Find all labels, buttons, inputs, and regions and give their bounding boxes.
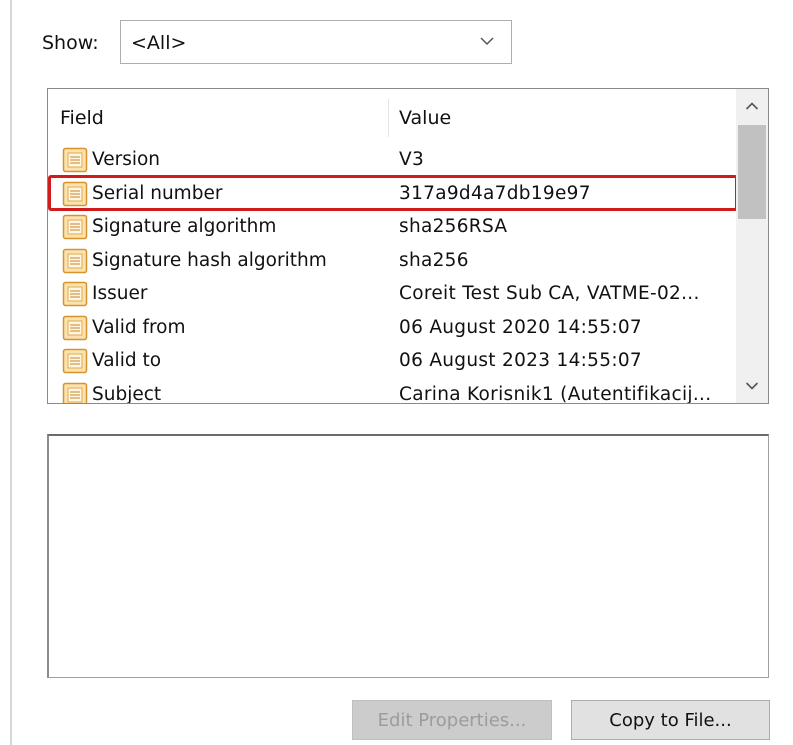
list-item-signature-algorithm[interactable]: Signature algorithm sha256RSA (48, 210, 738, 244)
field-value: sha256 (399, 249, 469, 271)
field-value: V3 (399, 149, 425, 170)
list-item-signature-hash-algorithm[interactable]: Signature hash algorithm sha256 (48, 244, 738, 278)
field-value: 06 August 2020 14:55:07 (399, 316, 642, 338)
list-item-subject[interactable]: Subject Carina Korisnik1 (Autentifikacij… (48, 378, 738, 404)
field-name: Subject (92, 383, 162, 404)
field-name: Serial number (92, 182, 223, 204)
column-divider[interactable] (388, 99, 389, 137)
scroll-up-button[interactable] (736, 89, 768, 123)
certificate-details-panel: Show: <All> Field Value Version V3 Seria… (0, 0, 793, 745)
panel-left-border (10, 0, 12, 745)
list-item-version[interactable]: Version V3 (48, 143, 738, 177)
list-item-issuer[interactable]: Issuer Coreit Test Sub CA, VATME-02... (48, 277, 738, 311)
certificate-field-icon (62, 181, 88, 206)
certificate-field-icon (62, 248, 88, 273)
certificate-field-icon (62, 348, 88, 374)
show-select-value: <All> (131, 32, 187, 54)
list-body: Version V3 Serial number 317a9d4a7db19e9… (48, 143, 738, 403)
column-header-value[interactable]: Value (399, 106, 451, 130)
field-name: Version (92, 149, 161, 170)
edit-properties-button[interactable]: Edit Properties... (352, 700, 552, 740)
list-header: Field Value (48, 89, 738, 141)
certificate-field-icon (62, 281, 88, 307)
vertical-scrollbar[interactable] (736, 89, 768, 403)
field-name: Issuer (92, 283, 148, 304)
scroll-thumb[interactable] (738, 125, 766, 219)
certificate-field-icon (62, 315, 88, 340)
field-name: Valid to (92, 350, 162, 371)
certificate-field-icon (62, 147, 88, 173)
list-item-serial-number[interactable]: Serial number 317a9d4a7db19e97 (48, 177, 738, 211)
chevron-up-icon (745, 102, 759, 110)
field-detail-textbox[interactable] (47, 434, 769, 678)
list-item-valid-to[interactable]: Valid to 06 August 2023 14:55:07 (48, 344, 738, 378)
copy-to-file-button[interactable]: Copy to File... (571, 700, 770, 740)
certificate-field-icon (62, 214, 88, 240)
field-name: Signature hash algorithm (92, 249, 327, 271)
show-label: Show: (42, 32, 99, 54)
fields-list-view[interactable]: Field Value Version V3 Serial number 317… (47, 88, 769, 404)
chevron-down-icon (480, 37, 494, 46)
field-value: Carina Korisnik1 (Autentifikacij... (399, 383, 712, 404)
field-value: 06 August 2023 14:55:07 (399, 350, 642, 371)
show-select[interactable]: <All> (120, 20, 512, 64)
list-item-valid-from[interactable]: Valid from 06 August 2020 14:55:07 (48, 311, 738, 345)
field-value: 317a9d4a7db19e97 (399, 182, 591, 204)
scroll-down-button[interactable] (736, 369, 768, 403)
chevron-down-icon (745, 382, 759, 390)
field-value: sha256RSA (399, 216, 508, 237)
field-name: Valid from (92, 316, 186, 338)
field-name: Signature algorithm (92, 216, 277, 237)
column-header-field[interactable]: Field (60, 106, 104, 130)
certificate-field-icon (62, 382, 88, 403)
field-value: Coreit Test Sub CA, VATME-02... (399, 283, 700, 304)
